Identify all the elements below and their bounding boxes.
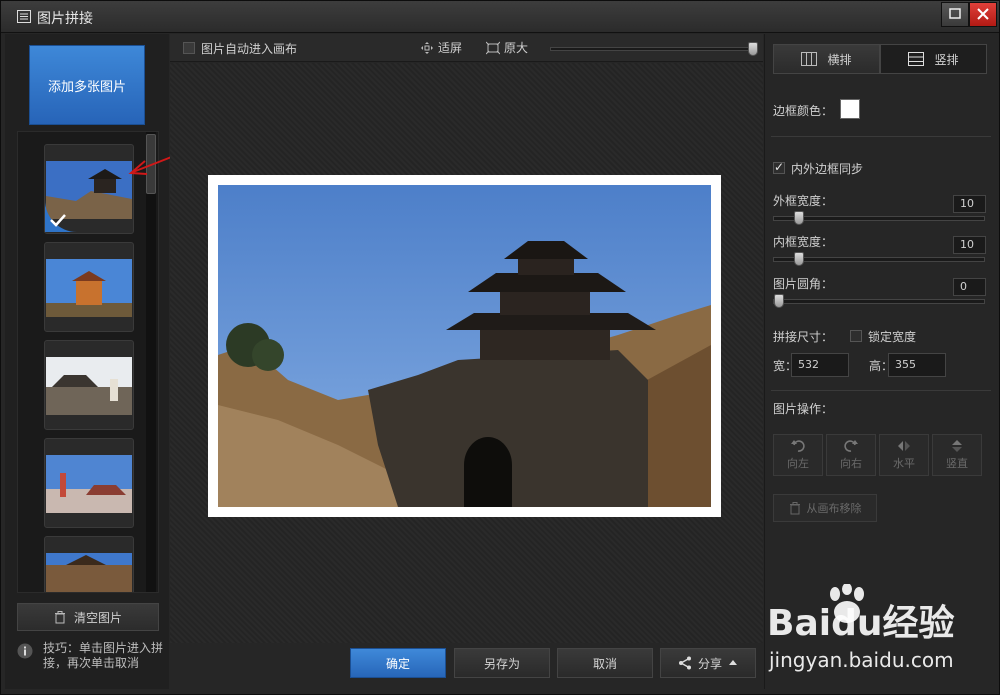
- border-color-swatch[interactable]: [840, 99, 860, 119]
- tip-text: 技巧：单击图片进入拼接，再次单击取消: [43, 641, 164, 670]
- clear-images-label: 清空图片: [73, 610, 122, 625]
- baidu-watermark: Baidu经验 jingyan.baidu.com: [767, 584, 999, 686]
- columns-icon: [801, 52, 818, 66]
- title-bar: 图片拼接: [1, 1, 999, 33]
- thumbnail-scrollbar[interactable]: [146, 132, 156, 592]
- thumbnail-image: [46, 259, 132, 317]
- flip-vertical-icon: [952, 440, 962, 452]
- border-color-label: 边框颜色：: [773, 104, 834, 118]
- flip-horizontal-icon: [898, 441, 910, 451]
- fit-screen-icon: [421, 41, 433, 54]
- trash-icon: [789, 501, 800, 514]
- flip-horizontal-button[interactable]: 水平: [879, 434, 929, 476]
- info-icon: [17, 643, 33, 659]
- divider: [771, 136, 991, 137]
- thumbnail-item[interactable]: [44, 438, 134, 528]
- stitched-photo-frame[interactable]: [208, 175, 721, 517]
- corner-radius-slider[interactable]: [773, 299, 985, 304]
- watermark-url: jingyan.baidu.com: [769, 648, 954, 672]
- window-title: 图片拼接: [37, 11, 93, 27]
- clear-images-button[interactable]: 清空图片: [17, 603, 159, 631]
- vertical-layout-button[interactable]: 竖排: [880, 44, 987, 74]
- save-as-button[interactable]: 另存为: [454, 648, 550, 678]
- maximize-icon: [949, 8, 961, 19]
- share-icon: [678, 656, 691, 670]
- thumbnail-item[interactable]: [44, 340, 134, 430]
- rows-icon: [908, 52, 925, 66]
- outer-width-handle[interactable]: [794, 211, 804, 225]
- inner-width-label: 内框宽度：: [773, 235, 834, 249]
- inner-width-handle[interactable]: [794, 252, 804, 266]
- thumbnail-image: [46, 553, 132, 592]
- watermark-brand: Baidu经验: [767, 603, 955, 644]
- thumbnail-item[interactable]: [44, 242, 134, 332]
- rotate-left-label: 向左: [787, 457, 809, 470]
- remove-from-canvas-label: 从画布移除: [806, 502, 862, 515]
- rotate-left-icon: [791, 440, 805, 452]
- thumbnail-item[interactable]: [44, 536, 134, 592]
- image-ops-label: 图片操作：: [773, 402, 834, 416]
- lock-width-label: 锁定宽度: [868, 330, 917, 344]
- thumbnail-list: [17, 131, 159, 593]
- auto-canvas-checkbox[interactable]: [183, 42, 195, 54]
- stitched-photo: [218, 185, 711, 507]
- sync-borders-label: 内外边框同步: [791, 162, 864, 176]
- confirm-button[interactable]: 确定: [350, 648, 446, 678]
- height-input[interactable]: 355: [888, 353, 946, 377]
- maximize-button[interactable]: [941, 2, 969, 27]
- fit-screen-label: 适屏: [438, 41, 463, 55]
- corner-radius-value[interactable]: 0: [953, 278, 986, 296]
- rotate-right-label: 向右: [840, 457, 862, 470]
- flip-vertical-button[interactable]: 竖直: [932, 434, 982, 476]
- inner-width-slider[interactable]: [773, 257, 985, 262]
- cancel-button[interactable]: 取消: [557, 648, 653, 678]
- outer-width-value[interactable]: 10: [953, 195, 986, 213]
- width-input[interactable]: 532: [791, 353, 849, 377]
- corner-radius-handle[interactable]: [774, 294, 784, 308]
- trash-icon: [54, 610, 65, 623]
- rotate-left-button[interactable]: 向左: [773, 434, 823, 476]
- inner-width-value[interactable]: 10: [953, 236, 986, 254]
- horizontal-layout-button[interactable]: 横排: [773, 44, 880, 74]
- auto-canvas-label: 图片自动进入画布: [201, 42, 298, 56]
- thumbnail-image: [46, 357, 132, 415]
- divider: [771, 390, 991, 391]
- flip-vertical-label: 竖直: [946, 457, 968, 470]
- zoom-slider-track[interactable]: [550, 47, 755, 51]
- flip-horizontal-label: 水平: [893, 457, 915, 470]
- rotate-right-icon: [844, 440, 858, 452]
- close-icon: [977, 8, 989, 20]
- selected-check-icon: [45, 200, 77, 232]
- horizontal-layout-label: 横排: [827, 52, 852, 67]
- remove-from-canvas-button[interactable]: 从画布移除: [773, 494, 877, 522]
- share-label: 分享: [697, 656, 722, 671]
- sync-borders-checkbox[interactable]: [773, 160, 785, 174]
- stitch-window: 图片拼接 添加多张图片 清空图片 技巧：单击图片进入拼接，再次单击取消 图片自动…: [0, 0, 1000, 695]
- list-icon: [17, 10, 31, 23]
- vertical-layout-label: 竖排: [934, 52, 959, 67]
- zoom-slider-handle[interactable]: [748, 42, 758, 56]
- fit-screen-button[interactable]: 适屏: [420, 39, 462, 56]
- outer-width-label: 外框宽度：: [773, 194, 834, 208]
- stitch-size-label: 拼接尺寸：: [773, 330, 834, 344]
- share-button[interactable]: 分享: [660, 648, 756, 678]
- original-size-button[interactable]: 原大: [486, 39, 528, 56]
- chevron-up-icon: [729, 660, 737, 665]
- close-button[interactable]: [969, 2, 997, 27]
- original-size-icon: [486, 41, 500, 54]
- rotate-right-button[interactable]: 向右: [826, 434, 876, 476]
- thumbnail-image: [46, 455, 132, 513]
- original-size-label: 原大: [504, 41, 529, 55]
- lock-width-checkbox[interactable]: [850, 330, 862, 342]
- corner-radius-label: 图片圆角：: [773, 277, 834, 291]
- outer-width-slider[interactable]: [773, 216, 985, 221]
- add-images-button[interactable]: 添加多张图片: [29, 45, 145, 125]
